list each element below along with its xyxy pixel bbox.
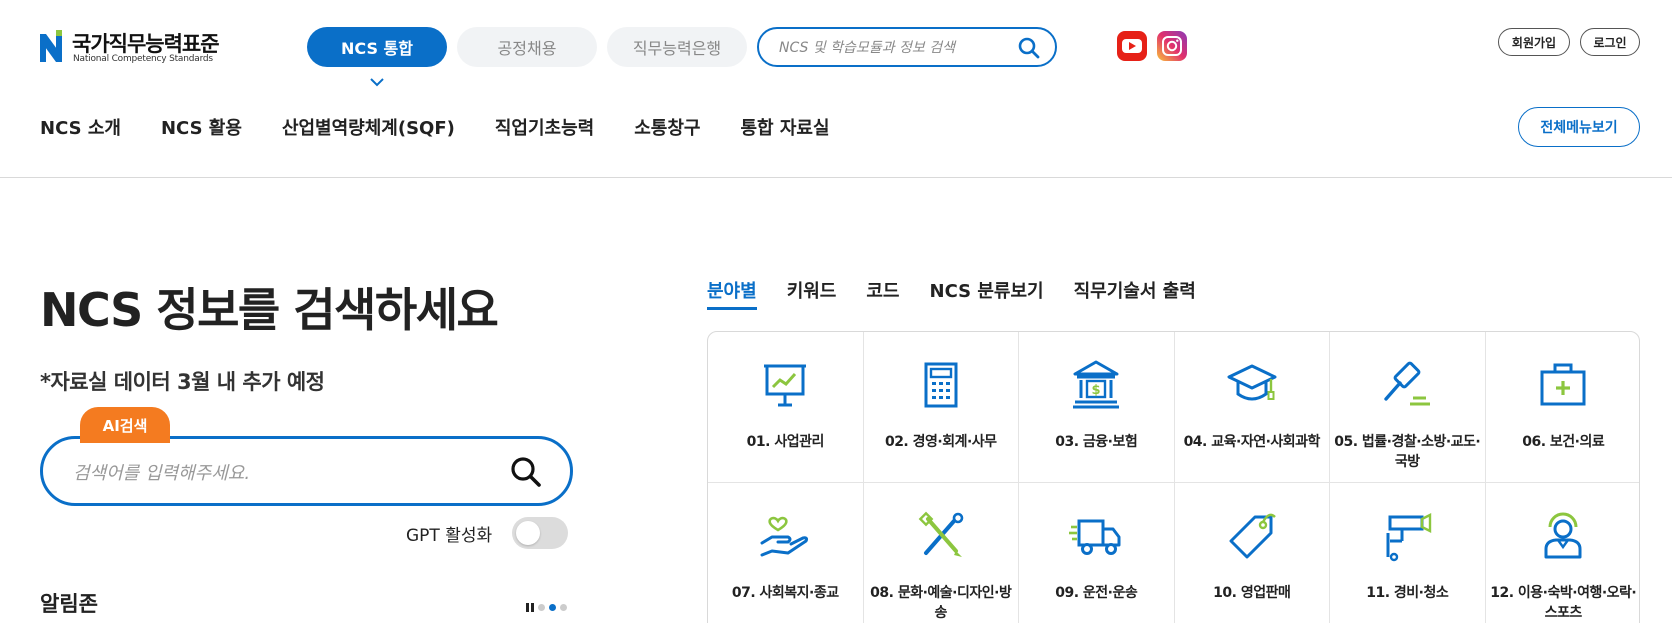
category-item-security-cleaning[interactable]: 11. 경비·청소 bbox=[1330, 483, 1486, 623]
category-label: 12. 이용·숙박·여행·오락·스포츠 bbox=[1490, 585, 1637, 621]
header-search-input[interactable] bbox=[779, 37, 1009, 59]
category-item-culture-arts[interactable]: 08. 문화·예술·디자인·방송 bbox=[864, 483, 1019, 623]
pager-dot-active[interactable] bbox=[549, 604, 556, 611]
price-tag-icon bbox=[1229, 513, 1276, 559]
tab-ncs-classification[interactable]: NCS 분류보기 bbox=[930, 277, 1044, 310]
category-item-management-accounting[interactable]: 02. 경영·회계·사무 bbox=[863, 332, 1019, 483]
graduation-cap-icon bbox=[1227, 364, 1277, 401]
notice-zone-title: 알림존 bbox=[40, 592, 98, 616]
category-item-education-science[interactable]: 04. 교육·자연·사회과학 bbox=[1174, 332, 1330, 483]
join-button[interactable]: 회원가입 bbox=[1498, 28, 1570, 56]
category-item-finance-insurance[interactable]: $ 03. 금융·보험 bbox=[1019, 332, 1175, 483]
presentation-board-icon bbox=[764, 364, 807, 407]
pager-dot[interactable] bbox=[560, 604, 567, 611]
main-search-box bbox=[40, 436, 573, 506]
gavel-icon bbox=[1384, 361, 1431, 406]
gpt-toggle-switch[interactable] bbox=[512, 517, 568, 549]
search-icon[interactable] bbox=[510, 456, 542, 488]
category-item-business-management[interactable]: 01. 사업관리 bbox=[708, 332, 864, 483]
category-label: 02. 경영·회계·사무 bbox=[884, 434, 997, 450]
category-grid: 01. 사업관리 02. 경영·회계·사무 $ 03. 금융·보험 04. 교육… bbox=[707, 331, 1640, 623]
category-label: 04. 교육·자연·사회과학 bbox=[1183, 434, 1321, 450]
category-label: 03. 금융·보험 bbox=[1055, 434, 1138, 450]
category-label: 06. 보건·의료 bbox=[1522, 434, 1605, 450]
page-title: NCS 정보를 검색하세요 bbox=[40, 283, 499, 337]
category-item-sales[interactable]: 10. 영업판매 bbox=[1175, 483, 1330, 623]
category-label: 08. 문화·예술·디자인·방송 bbox=[870, 585, 1012, 621]
category-item-driving-transport[interactable]: 09. 운전·운송 bbox=[1019, 483, 1175, 623]
calculator-icon bbox=[924, 362, 958, 408]
category-tabs: 분야별 키워드 코드 NCS 분류보기 직무기술서 출력 bbox=[707, 277, 1226, 310]
category-label: 01. 사업관리 bbox=[746, 434, 825, 450]
main-navigation: NCS 소개 NCS 활용 산업별역량체계(SQF) 직업기초능력 소통창구 통… bbox=[40, 114, 870, 140]
tab-code[interactable]: 코드 bbox=[866, 277, 899, 310]
tab-keyword[interactable]: 키워드 bbox=[787, 277, 837, 310]
nav-item-archive[interactable]: 통합 자료실 bbox=[740, 114, 829, 140]
gpt-toggle-label: GPT 활성화 bbox=[406, 526, 493, 546]
category-label: 07. 사회복지·종교 bbox=[731, 585, 839, 601]
first-aid-kit-icon bbox=[1540, 363, 1586, 406]
search-icon[interactable] bbox=[1017, 36, 1041, 60]
chevron-down-icon bbox=[370, 78, 384, 87]
youtube-link[interactable] bbox=[1117, 31, 1147, 61]
category-item-law-police[interactable]: 05. 법률·경찰·소방·교도·국방 bbox=[1330, 332, 1486, 483]
tab-fair-hiring[interactable]: 공정채용 bbox=[457, 27, 597, 67]
cctv-icon bbox=[1386, 513, 1432, 562]
person-icon bbox=[1544, 512, 1582, 559]
category-item-health-medical[interactable]: 06. 보건·의료 bbox=[1485, 332, 1639, 483]
category-label: 11. 경비·청소 bbox=[1366, 585, 1449, 601]
category-label: 10. 영업판매 bbox=[1213, 585, 1291, 601]
instagram-icon bbox=[1162, 36, 1182, 56]
category-label: 09. 운전·운송 bbox=[1055, 585, 1138, 601]
bank-icon: $ bbox=[1073, 360, 1120, 409]
brush-pen-icon bbox=[918, 511, 964, 557]
nav-item-ncs-intro[interactable]: NCS 소개 bbox=[40, 114, 121, 140]
notice-pager bbox=[526, 603, 567, 612]
nav-item-ncs-usage[interactable]: NCS 활용 bbox=[161, 114, 242, 140]
hand-heart-icon bbox=[760, 516, 809, 557]
toggle-knob bbox=[516, 521, 540, 545]
archive-notice-text: *자료실 데이터 3월 내 추가 예정 bbox=[40, 370, 325, 394]
pager-dot[interactable] bbox=[538, 604, 545, 611]
ai-search-badge: AI검색 bbox=[80, 407, 170, 443]
tab-ncs-integration[interactable]: NCS 통합 bbox=[307, 27, 447, 67]
nav-item-basic-competency[interactable]: 직업기초능력 bbox=[495, 114, 594, 140]
all-menu-button[interactable]: 전체메뉴보기 bbox=[1518, 107, 1640, 147]
tab-job-description-print[interactable]: 직무기술서 출력 bbox=[1074, 277, 1196, 310]
category-label: 05. 법률·경찰·소방·교도·국방 bbox=[1334, 434, 1481, 470]
svg-text:$: $ bbox=[1092, 383, 1101, 398]
nav-item-sqf[interactable]: 산업별역량체계(SQF) bbox=[282, 114, 455, 140]
instagram-link[interactable] bbox=[1157, 31, 1187, 61]
youtube-icon bbox=[1122, 39, 1142, 53]
login-button[interactable]: 로그인 bbox=[1580, 28, 1640, 56]
site-header: 국가직무능력표준 National Competency Standards N… bbox=[0, 0, 1672, 178]
nav-item-communication[interactable]: 소통창구 bbox=[634, 114, 700, 140]
site-logo[interactable]: 국가직무능력표준 National Competency Standards bbox=[40, 28, 220, 68]
pause-icon[interactable] bbox=[526, 603, 534, 612]
category-item-leisure-sports[interactable]: 12. 이용·숙박·여행·오락·스포츠 bbox=[1486, 483, 1640, 623]
tab-competency-bank[interactable]: 직무능력은행 bbox=[607, 27, 747, 67]
tab-by-field[interactable]: 분야별 bbox=[707, 277, 757, 310]
header-search-box bbox=[757, 27, 1057, 67]
category-item-social-welfare[interactable]: 07. 사회복지·종교 bbox=[708, 483, 864, 623]
truck-icon bbox=[1069, 519, 1121, 555]
main-search-input[interactable] bbox=[73, 461, 493, 485]
logo-english-text: National Competency Standards bbox=[73, 54, 213, 64]
ncs-logo-icon bbox=[40, 30, 62, 62]
